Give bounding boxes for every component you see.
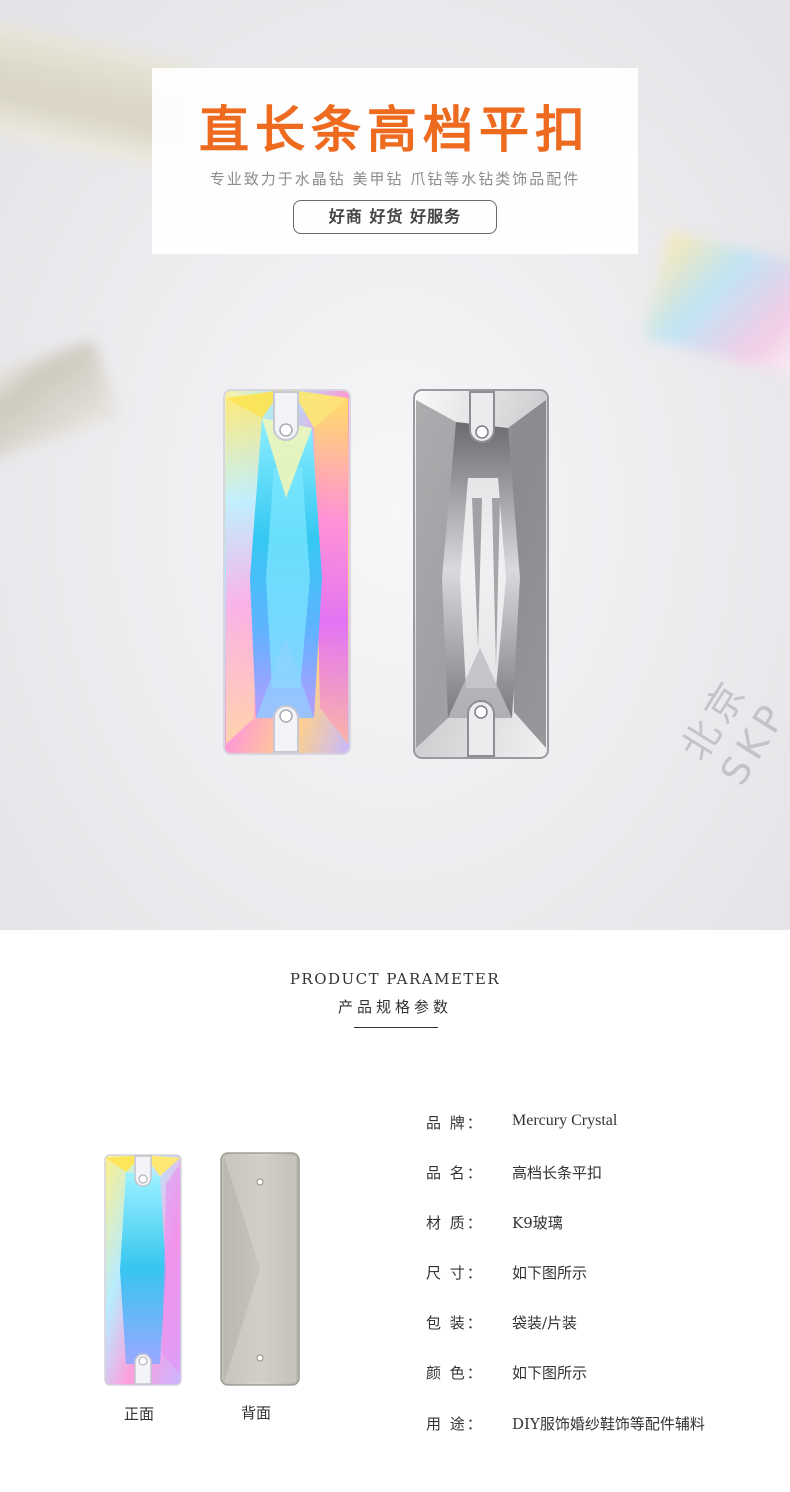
spec-value: 高档长条平扣 bbox=[512, 1164, 603, 1182]
front-caption: 正面 bbox=[124, 1405, 155, 1423]
hero-title: 直长条高档平扣 bbox=[199, 101, 591, 159]
spec-label: 颜 色： bbox=[426, 1364, 484, 1382]
spec-value: 如下图所示 bbox=[512, 1364, 588, 1382]
blurred-crystal-right bbox=[644, 231, 790, 379]
parameter-heading-cn: 产品规格参数 bbox=[337, 998, 452, 1016]
clear-crystal-image bbox=[413, 389, 549, 759]
title-card: 直长条高档平扣 专业致力于水晶钻 美甲钻 爪钻等水钻类饰品配件 好商 好货 好服… bbox=[152, 68, 638, 254]
hero-banner: 直长条高档平扣 专业致力于水晶钻 美甲钻 爪钻等水钻类饰品配件 好商 好货 好服… bbox=[0, 0, 790, 930]
spec-label: 用 途： bbox=[426, 1415, 484, 1433]
spec-label: 尺 寸： bbox=[426, 1264, 484, 1282]
hero-slogan: 好商 好货 好服务 bbox=[293, 200, 497, 234]
blurred-crystal-left bbox=[0, 340, 119, 470]
watermark-text: 北京SKP bbox=[672, 670, 790, 793]
spec-label: 品 名： bbox=[426, 1164, 484, 1182]
spec-value: K9玻璃 bbox=[512, 1214, 563, 1232]
spec-value: Mercury Crystal bbox=[512, 1112, 618, 1129]
spec-value: 如下图所示 bbox=[512, 1264, 588, 1282]
front-view-image bbox=[104, 1154, 182, 1386]
back-view-image bbox=[220, 1152, 300, 1386]
spec-label: 品 牌： bbox=[426, 1114, 484, 1132]
spec-value: 袋装/片装 bbox=[512, 1314, 578, 1332]
parameter-heading-en: PRODUCT PARAMETER bbox=[289, 970, 501, 988]
spec-value: DIY服饰婚纱鞋饰等配件辅料 bbox=[512, 1415, 705, 1433]
ab-crystal-image bbox=[223, 389, 351, 755]
spec-label: 材 质： bbox=[426, 1214, 484, 1232]
hero-subtitle: 专业致力于水晶钻 美甲钻 爪钻等水钻类饰品配件 bbox=[209, 170, 581, 188]
heading-divider bbox=[354, 1027, 438, 1028]
spec-label: 包 装： bbox=[426, 1314, 484, 1332]
back-caption: 背面 bbox=[241, 1404, 272, 1422]
